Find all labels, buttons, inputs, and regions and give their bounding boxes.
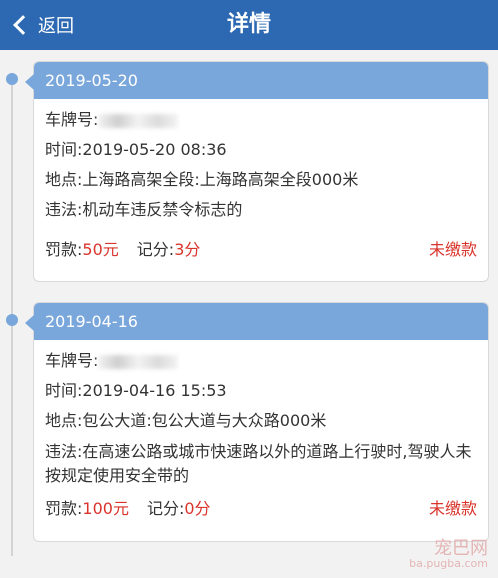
points-label: 记分:	[146, 499, 185, 518]
fine-label: 罚款:	[45, 240, 83, 259]
time-label: 时间:	[45, 381, 83, 400]
card-date: 2019-05-20	[34, 62, 488, 99]
time-value: 2019-04-16 15:53	[82, 381, 227, 400]
violation-value: 机动车违反禁令标志的	[82, 200, 243, 219]
points-value: 3分	[174, 240, 201, 259]
status-badge: 未缴款	[428, 499, 477, 518]
points-value: 0分	[184, 499, 211, 518]
fine-value: 100元	[82, 499, 129, 518]
plate-row: 车牌号:	[45, 105, 477, 135]
chevron-left-icon	[13, 15, 33, 35]
place-row: 地点:上海路高架全段:上海路高架全段000米	[45, 165, 477, 195]
place-value: 上海路高架全段:上海路高架全段000米	[82, 170, 359, 189]
time-row: 时间:2019-05-20 08:36	[45, 135, 477, 165]
fee-row: 罚款: 50元 记分: 3分 未缴款	[45, 231, 477, 265]
status-badge: 未缴款	[428, 240, 477, 259]
place-value: 包公大道:包公大道与大众路000米	[82, 411, 327, 430]
watermark-text: 宠巴网	[434, 538, 488, 559]
time-label: 时间:	[45, 140, 83, 159]
violation-row: 违法:机动车违反禁令标志的	[45, 195, 477, 225]
card-date: 2019-04-16	[34, 303, 488, 340]
plate-redacted	[98, 113, 179, 128]
fee-row: 罚款: 100元 记分: 0分 未缴款	[45, 490, 477, 524]
place-label: 地点:	[45, 411, 83, 430]
time-row: 时间:2019-04-16 15:53	[45, 376, 477, 406]
plate-label: 车牌号:	[45, 110, 99, 129]
timeline-dot	[6, 314, 18, 326]
timeline-dot	[6, 73, 18, 85]
points-label: 记分:	[136, 240, 175, 259]
watermark-url: ba.pugba.com	[409, 557, 488, 570]
plate-redacted	[98, 354, 179, 369]
plate-row: 车牌号:	[45, 346, 477, 376]
fine-value: 50元	[82, 240, 119, 259]
back-label: 返回	[38, 16, 74, 37]
violation-card[interactable]: 2019-05-20 车牌号: 时间:2019-05-20 08:36 地点:上…	[25, 61, 489, 282]
watermark: 宠巴网 ba.pugba.com	[409, 540, 488, 570]
violation-row: 违法:在高速公路或城市快速路以外的道路上行驶时,驾驶人未按规定使用安全带的	[45, 436, 477, 490]
place-label: 地点:	[45, 170, 83, 189]
page-title: 详情	[226, 12, 271, 37]
time-value: 2019-05-20 08:36	[82, 140, 227, 159]
plate-label: 车牌号:	[45, 351, 99, 370]
place-row: 地点:包公大道:包公大道与大众路000米	[45, 406, 477, 436]
violation-label: 违法:	[45, 442, 83, 461]
violation-card[interactable]: 2019-04-16 车牌号: 时间:2019-04-16 15:53 地点:包…	[25, 302, 489, 542]
back-button[interactable]: 返回	[10, 0, 74, 50]
violation-label: 违法:	[45, 200, 83, 219]
violation-value: 在高速公路或城市快速路以外的道路上行驶时,驾驶人未按规定使用安全带的	[45, 442, 472, 485]
header-bar: 返回 详情	[0, 0, 498, 50]
fine-label: 罚款:	[45, 499, 83, 518]
